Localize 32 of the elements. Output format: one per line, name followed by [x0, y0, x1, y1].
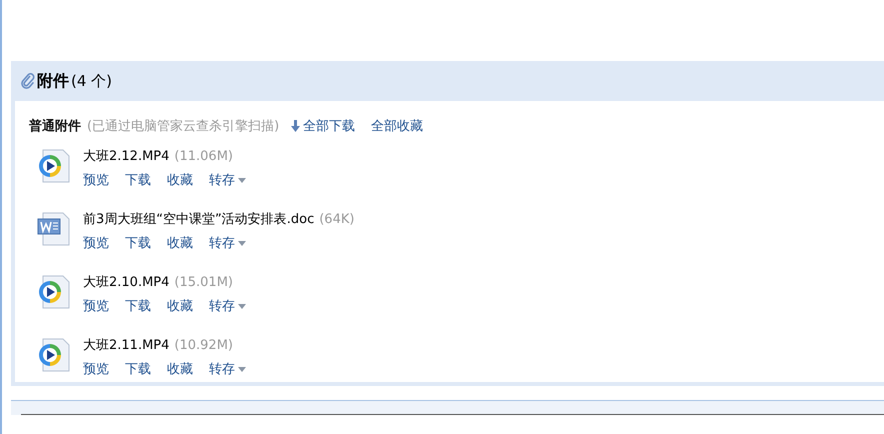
action-link[interactable]: 下载: [125, 297, 151, 315]
file-size: (10.92M): [174, 338, 233, 353]
save-to-dropdown[interactable]: 转存: [209, 297, 246, 315]
action-link[interactable]: 下载: [125, 234, 151, 252]
save-to-dropdown[interactable]: 转存: [209, 234, 246, 252]
file-size: (64K): [319, 212, 354, 227]
action-link[interactable]: 预览: [83, 234, 109, 252]
scan-note: (已通过电脑管家云查杀引擎扫描): [87, 118, 280, 135]
action-link[interactable]: 收藏: [167, 297, 193, 315]
action-link[interactable]: 收藏: [167, 234, 193, 252]
action-link[interactable]: 预览: [83, 297, 109, 315]
download-all-link[interactable]: 全部下载: [291, 117, 356, 135]
file-size: (11.06M): [174, 149, 233, 164]
file-name: 大班2.11.MP4: [83, 338, 170, 353]
action-link[interactable]: 预览: [83, 360, 109, 378]
attachment-count: (4 个): [71, 72, 112, 90]
action-link[interactable]: 下载: [125, 171, 151, 189]
file-name: 大班2.12.MP4: [83, 149, 170, 164]
favorite-all-link[interactable]: 全部收藏: [371, 117, 424, 135]
save-to-dropdown[interactable]: 转存: [209, 171, 246, 189]
file-size: (15.01M): [174, 275, 233, 290]
attachments-title: 附件: [37, 70, 69, 92]
action-link[interactable]: 预览: [83, 171, 109, 189]
action-link[interactable]: 收藏: [167, 360, 193, 378]
action-link[interactable]: 收藏: [167, 171, 193, 189]
file-name: 前3周大班组“空中课堂”活动安排表.doc: [83, 212, 314, 227]
section-label: 普通附件: [29, 118, 81, 135]
action-link[interactable]: 下载: [125, 360, 151, 378]
download-icon: [291, 120, 300, 132]
file-name: 大班2.10.MP4: [83, 275, 170, 290]
paperclip-icon: [21, 73, 35, 89]
save-to-dropdown[interactable]: 转存: [209, 360, 246, 378]
